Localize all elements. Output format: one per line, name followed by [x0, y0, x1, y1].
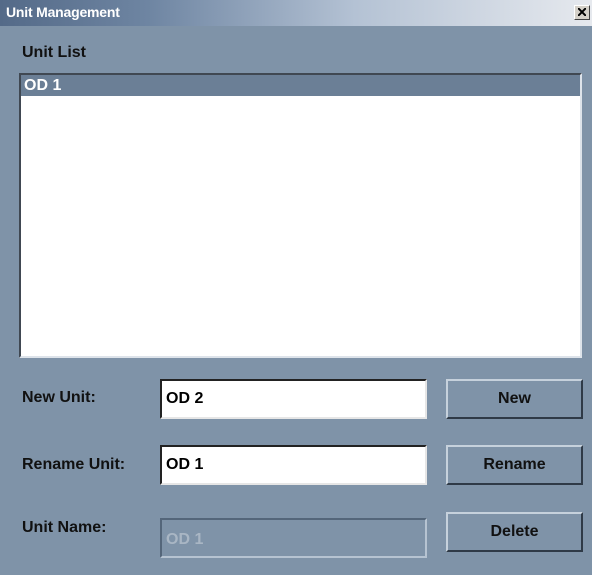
unit-management-dialog: Unit Management Unit List OD 1 New Unit:…	[0, 0, 592, 575]
rename-unit-label: Rename Unit:	[22, 456, 126, 473]
close-icon	[578, 8, 586, 16]
new-button[interactable]: New	[446, 379, 583, 419]
delete-button[interactable]: Delete	[446, 512, 583, 552]
window-title: Unit Management	[6, 4, 120, 20]
unit-name-field	[160, 518, 427, 558]
new-unit-input[interactable]	[160, 379, 427, 419]
new-unit-label: New Unit:	[22, 389, 96, 406]
rename-unit-input[interactable]	[160, 445, 427, 485]
rename-button[interactable]: Rename	[446, 445, 583, 485]
close-button[interactable]	[574, 5, 590, 20]
unit-name-label: Unit Name:	[22, 519, 107, 536]
unit-listbox[interactable]: OD 1	[19, 73, 582, 358]
list-item[interactable]: OD 1	[21, 75, 580, 96]
title-bar[interactable]: Unit Management	[0, 0, 592, 26]
unit-list-label: Unit List	[22, 44, 86, 61]
